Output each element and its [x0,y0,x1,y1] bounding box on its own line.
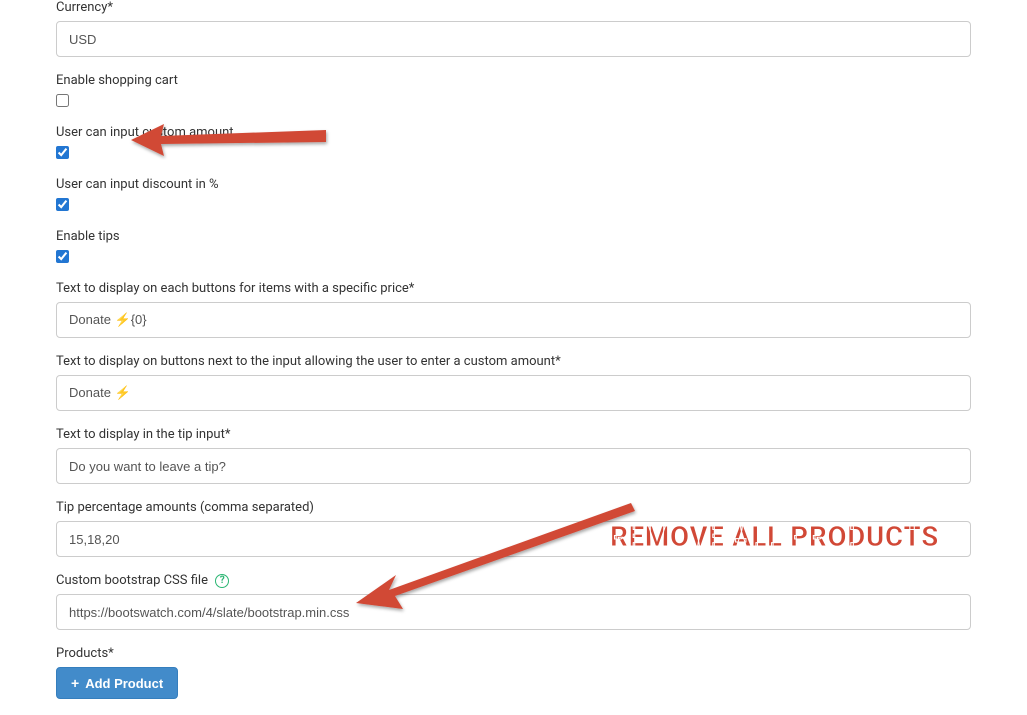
discount-checkbox[interactable] [56,198,69,211]
tips-checkbox[interactable] [56,250,69,263]
bootstrap-css-input[interactable] [56,594,971,630]
tip-text-input[interactable] [56,448,971,484]
shopping-cart-checkbox[interactable] [56,94,69,107]
plus-icon: + [71,675,79,691]
button-text-specific-input[interactable] [56,302,971,338]
tip-amounts-input[interactable] [56,521,971,557]
custom-amount-label: User can input custom amount [56,125,971,140]
tip-text-label: Text to display in the tip input* [56,427,971,442]
add-product-button[interactable]: + Add Product [56,667,178,699]
help-icon[interactable]: ? [215,574,229,588]
discount-label: User can input discount in % [56,177,971,192]
tips-label: Enable tips [56,229,971,244]
products-label: Products* [56,646,971,661]
add-product-label: Add Product [85,676,163,691]
currency-label: Currency* [56,0,971,15]
shopping-cart-label: Enable shopping cart [56,73,971,88]
tip-amounts-label: Tip percentage amounts (comma separated) [56,500,971,515]
currency-input[interactable] [56,21,971,57]
custom-amount-checkbox[interactable] [56,146,69,159]
button-text-custom-label: Text to display on buttons next to the i… [56,354,971,369]
button-text-specific-label: Text to display on each buttons for item… [56,281,971,296]
bootstrap-css-label: Custom bootstrap CSS file ? [56,573,971,588]
button-text-custom-input[interactable] [56,375,971,411]
